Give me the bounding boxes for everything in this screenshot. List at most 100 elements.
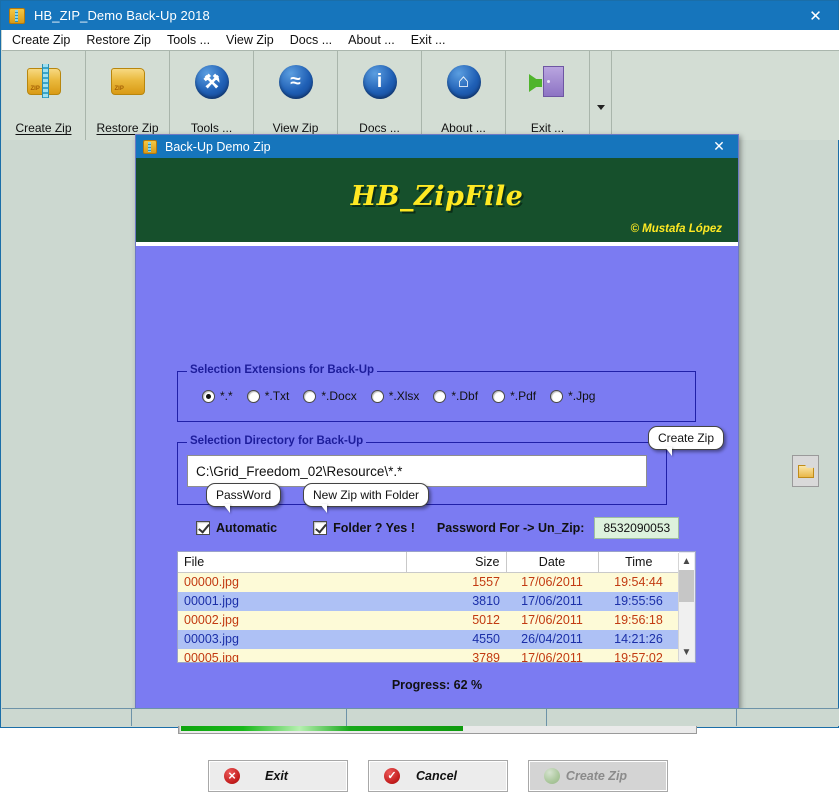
menu-item-about[interactable]: About ... (340, 30, 403, 50)
password-label: Password For -> Un_Zip: (436, 521, 585, 535)
application-window: HB_ZIP_Demo Back-Up 2018 ✕ Create Zip Re… (0, 0, 839, 792)
tools-wrench-icon: ⚒ (190, 60, 234, 104)
tooltip-text: PassWord (216, 488, 272, 502)
cell-date: 17/06/2011 (506, 591, 598, 611)
dialog-body: Selection Extensions for Back-Up *.* *.T… (136, 246, 819, 792)
toolbar-label-exit: Exit ... (530, 121, 565, 135)
close-icon[interactable]: ✕ (706, 135, 732, 158)
backup-dialog: Back-Up Demo Zip ✕ HB_ZipFile © Mustafa … (135, 134, 819, 792)
table-row[interactable]: 00002.jpg 5012 17/06/2011 19:56:18 (178, 610, 679, 630)
check-circle-icon (384, 768, 400, 784)
folder-icon (798, 465, 814, 478)
checkbox-icon (313, 521, 328, 535)
tooltip-text: New Zip with Folder (313, 488, 420, 502)
status-panel-3 (347, 709, 547, 726)
chevron-down-icon[interactable]: ▼ (679, 644, 694, 661)
extensions-group: Selection Extensions for Back-Up *.* *.T… (177, 364, 696, 422)
dialog-banner: HB_ZipFile © Mustafa López (136, 158, 738, 246)
cell-file: 00005.jpg (178, 648, 406, 662)
zip-folder-icon (9, 7, 25, 24)
cell-time: 19:55:56 (598, 591, 679, 611)
status-panel-5 (737, 709, 839, 726)
toolbar-button-create-zip[interactable]: Create Zip (2, 51, 86, 140)
column-header-time[interactable]: Time (598, 552, 679, 573)
password-input[interactable]: 8532090053 (594, 517, 680, 539)
toolbar-label-about: About ... (441, 121, 486, 135)
toolbar-button-docs[interactable]: i Docs ... (338, 51, 422, 140)
radio-pdf[interactable]: *.Pdf (492, 389, 536, 403)
cell-size: 1557 (406, 572, 506, 592)
cell-file: 00003.jpg (178, 629, 406, 649)
chevron-down-icon[interactable] (590, 51, 612, 140)
tooltip-text: Create Zip (658, 431, 715, 445)
create-zip-button: Create Zip (528, 760, 668, 792)
radio-xlsx[interactable]: *.Xlsx (370, 389, 419, 403)
table-row[interactable]: 00003.jpg 4550 26/04/2011 14:21:26 (178, 629, 679, 649)
status-panel-1 (2, 709, 132, 726)
x-circle-icon (224, 767, 240, 784)
checkbox-folder-yes[interactable]: Folder ? Yes ! (313, 521, 415, 535)
toolbar-button-exit[interactable]: Exit ... (506, 51, 590, 140)
cell-time: 19:54:44 (598, 572, 679, 592)
scrollbar-thumb[interactable] (679, 570, 694, 602)
radio-icon (246, 389, 260, 403)
tooltip-password: PassWord (206, 483, 282, 513)
cell-size: 3810 (406, 591, 506, 611)
exit-button[interactable]: Exit (208, 760, 348, 792)
table-row[interactable]: 00001.jpg 3810 17/06/2011 19:55:56 (178, 591, 679, 611)
checkbox-automatic[interactable]: Automatic (196, 521, 277, 535)
file-list-table[interactable]: File Size Date Time 00000.jpg 1557 17/06… (177, 551, 696, 663)
cell-time: 14:21:26 (598, 629, 679, 649)
radio-txt[interactable]: *.Txt (246, 389, 289, 403)
cell-date: 26/04/2011 (506, 629, 598, 649)
cell-file: 00001.jpg (178, 591, 406, 611)
tooltip-tail (665, 447, 672, 456)
table-row[interactable]: 00000.jpg 1557 17/06/2011 19:54:44 (178, 572, 679, 592)
radio-icon (550, 389, 564, 403)
menu-item-view-zip[interactable]: View Zip (218, 30, 282, 50)
toolbar-button-about[interactable]: ⌂ About ... (422, 51, 506, 140)
radio-jpg[interactable]: *.Jpg (550, 389, 595, 403)
menu-item-restore-zip[interactable]: Restore Zip (78, 30, 159, 50)
app-logo-text: HB_ZipFile (350, 181, 524, 212)
window-title-bar: HB_ZIP_Demo Back-Up 2018 ✕ (1, 1, 838, 30)
menu-item-create-zip[interactable]: Create Zip (2, 30, 78, 50)
tooltip-new-zip-with-folder: New Zip with Folder (303, 483, 430, 513)
radio-dbf[interactable]: *.Dbf (433, 389, 478, 403)
home-icon: ⌂ (442, 60, 486, 104)
menu-item-exit[interactable]: Exit ... (403, 30, 454, 50)
cancel-button[interactable]: Cancel (368, 760, 508, 792)
menu-item-docs[interactable]: Docs ... (282, 30, 340, 50)
menu-item-tools[interactable]: Tools ... (159, 30, 218, 50)
menu-bar: Create Zip Restore Zip Tools ... View Zi… (2, 30, 839, 51)
disc-icon (544, 768, 560, 784)
table-scrollbar[interactable]: ▲ ▼ (678, 553, 694, 661)
chevron-up-icon[interactable]: ▲ (679, 553, 694, 570)
table-header-row: File Size Date Time (178, 552, 679, 573)
status-panel-4 (547, 709, 737, 726)
radio-icon (370, 389, 384, 403)
radio-docx[interactable]: *.Docx (303, 389, 357, 403)
binoculars-icon: ≈ (274, 60, 318, 104)
toolbar-filler (612, 51, 839, 140)
cell-size: 5012 (406, 610, 506, 630)
table-row[interactable]: 00005.jpg 3789 17/06/2011 19:57:02 (178, 648, 679, 662)
radio-icon (202, 389, 215, 403)
toolbar-button-tools[interactable]: ⚒ Tools ... (170, 51, 254, 140)
column-header-file[interactable]: File (178, 552, 407, 573)
toolbar-button-restore-zip[interactable]: Restore Zip (86, 51, 170, 140)
checkbox-icon (196, 521, 210, 535)
cell-file: 00002.jpg (178, 610, 406, 630)
toolbar-button-view-zip[interactable]: ≈ View Zip (254, 51, 338, 140)
radio-icon (433, 389, 447, 403)
column-header-size[interactable]: Size (406, 552, 507, 573)
column-header-date[interactable]: Date (506, 552, 599, 573)
close-icon[interactable]: ✕ (793, 1, 838, 30)
browse-folder-button[interactable] (792, 455, 819, 487)
radio-icon (492, 389, 506, 403)
radio-all-files[interactable]: *.* (202, 389, 233, 403)
directory-group-title: Selection Directory for Back-Up (187, 435, 367, 447)
cell-date: 17/06/2011 (506, 572, 598, 592)
info-icon: i (358, 60, 402, 104)
zip-folder-icon (143, 139, 157, 154)
